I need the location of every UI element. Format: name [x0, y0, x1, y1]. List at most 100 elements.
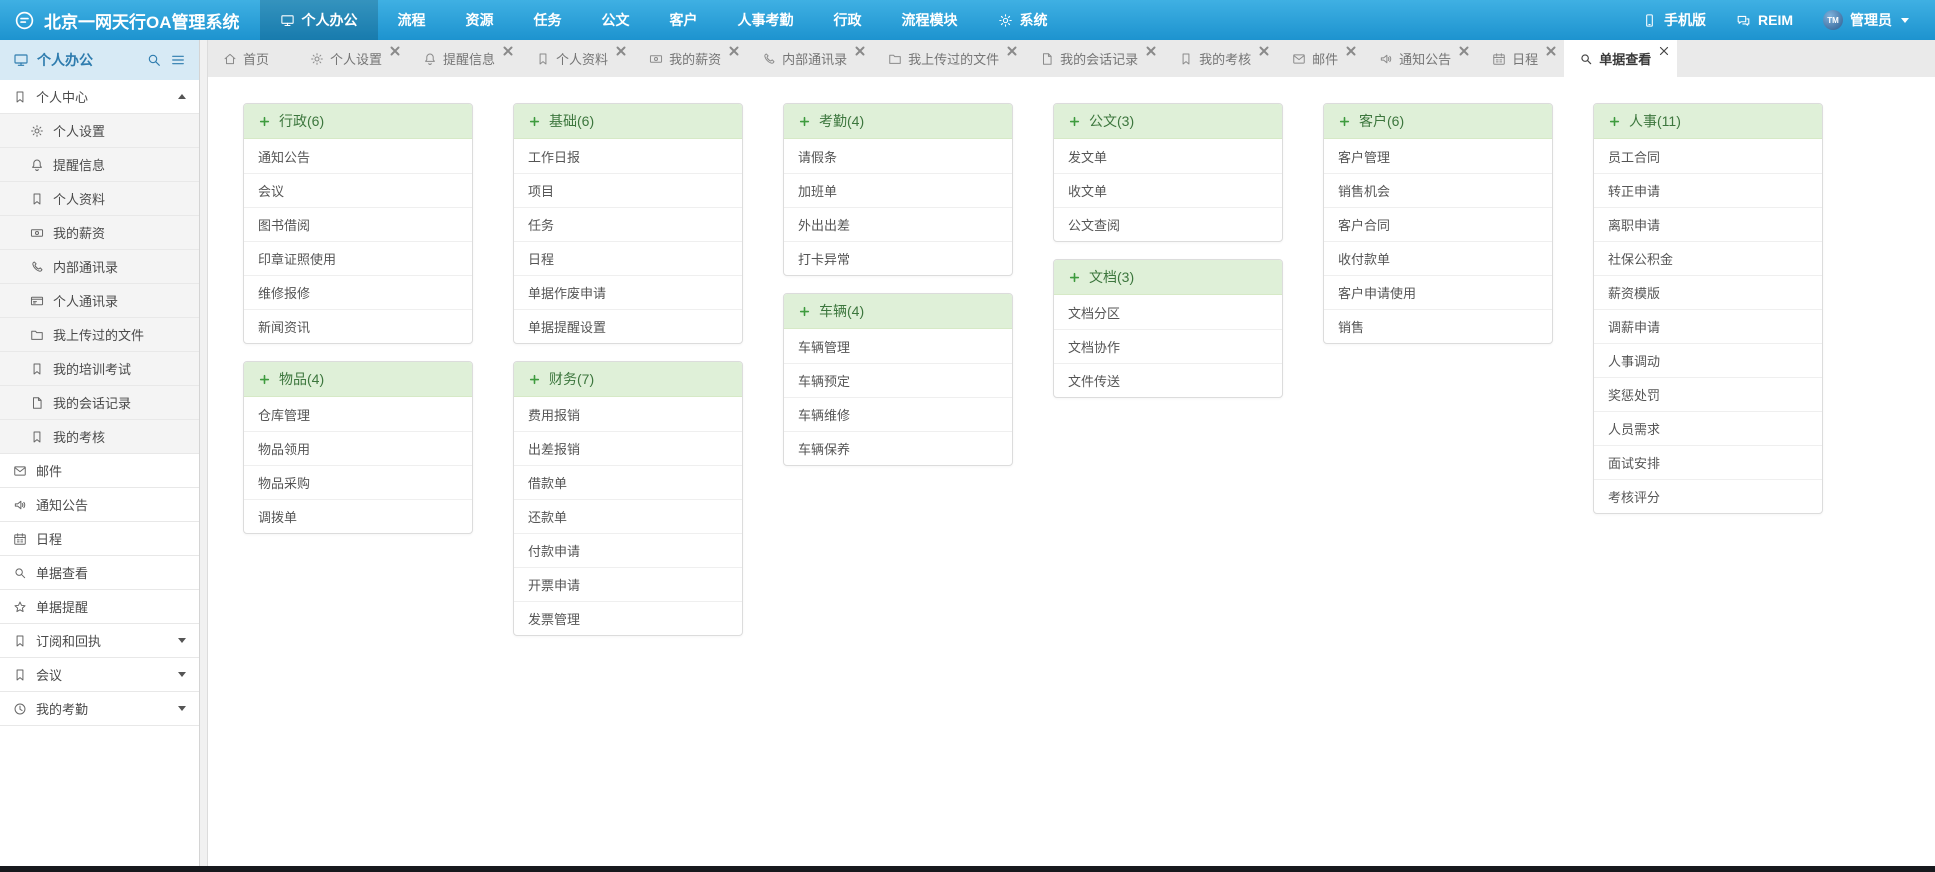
card-row[interactable]: 车辆维修 [784, 397, 1012, 431]
card-row[interactable]: 客户申请使用 [1324, 275, 1552, 309]
card-row[interactable]: 收付款单 [1324, 241, 1552, 275]
close-icon[interactable] [727, 44, 741, 58]
card-row[interactable]: 车辆预定 [784, 363, 1012, 397]
sidebar-item[interactable]: 单据提醒 [0, 590, 199, 624]
sidebar-item[interactable]: 日程 [0, 522, 199, 556]
card-row[interactable]: 收文单 [1054, 173, 1282, 207]
card-row[interactable]: 单据提醒设置 [514, 309, 742, 343]
sidebar-item[interactable]: 我的会话记录 [0, 386, 199, 420]
topnav-item[interactable]: 公文 [582, 0, 650, 40]
card-row[interactable]: 考核评分 [1594, 479, 1822, 513]
card-row[interactable]: 物品采购 [244, 465, 472, 499]
card-row[interactable]: 打卡异常 [784, 241, 1012, 275]
tab[interactable]: 提醒信息 [408, 40, 521, 77]
close-icon[interactable] [614, 44, 628, 58]
card-header[interactable]: 行政(6) [244, 104, 472, 139]
sidebar-item[interactable]: 个人通讯录 [0, 284, 199, 318]
sidebar-item[interactable]: 我上传过的文件 [0, 318, 199, 352]
tab[interactable]: 我的薪资 [634, 40, 747, 77]
card-row[interactable]: 任务 [514, 207, 742, 241]
tab[interactable]: 个人设置 [295, 40, 408, 77]
card-row[interactable]: 付款申请 [514, 533, 742, 567]
sidebar-item[interactable]: 我的考勤 [0, 692, 199, 726]
card-row[interactable]: 图书借阅 [244, 207, 472, 241]
card-row[interactable]: 会议 [244, 173, 472, 207]
card-header[interactable]: 人事(11) [1594, 104, 1822, 139]
sidebar-item[interactable]: 我的考核 [0, 420, 199, 454]
tab[interactable]: 通知公告 [1364, 40, 1477, 77]
card-row[interactable]: 工作日报 [514, 139, 742, 173]
card-row[interactable]: 通知公告 [244, 139, 472, 173]
topnav-item[interactable]: 行政 [814, 0, 882, 40]
card-row[interactable]: 费用报销 [514, 397, 742, 431]
card-row[interactable]: 新闻资讯 [244, 309, 472, 343]
tab[interactable]: 日程 [1477, 40, 1564, 77]
sidebar-item[interactable]: 订阅和回执 [0, 624, 199, 658]
card-row[interactable]: 日程 [514, 241, 742, 275]
card-row[interactable]: 调拨单 [244, 499, 472, 533]
sidebar-item[interactable]: 个人资料 [0, 182, 199, 216]
card-row[interactable]: 奖惩处罚 [1594, 377, 1822, 411]
close-icon[interactable] [853, 44, 867, 58]
card-header[interactable]: 考勤(4) [784, 104, 1012, 139]
card-row[interactable]: 维修报修 [244, 275, 472, 309]
card-row[interactable]: 车辆保养 [784, 431, 1012, 465]
sidebar-item[interactable]: 个人设置 [0, 114, 199, 148]
close-icon[interactable] [1005, 44, 1019, 58]
topnav-item[interactable]: 资源 [446, 0, 514, 40]
sidebar-splitter[interactable] [200, 40, 208, 866]
card-row[interactable]: 项目 [514, 173, 742, 207]
card-header[interactable]: 公文(3) [1054, 104, 1282, 139]
card-row[interactable]: 文档协作 [1054, 329, 1282, 363]
close-icon[interactable] [1144, 44, 1158, 58]
topnav-item[interactable]: 客户 [650, 0, 718, 40]
card-row[interactable]: 物品领用 [244, 431, 472, 465]
card-row[interactable]: 销售 [1324, 309, 1552, 343]
card-header[interactable]: 财务(7) [514, 362, 742, 397]
card-header[interactable]: 车辆(4) [784, 294, 1012, 329]
sidebar-item[interactable]: 通知公告 [0, 488, 199, 522]
tab[interactable]: 我的会话记录 [1025, 40, 1164, 77]
sidebar-item[interactable]: 邮件 [0, 454, 199, 488]
topnav-item[interactable]: 个人办公 [260, 0, 378, 40]
close-icon[interactable] [1257, 44, 1271, 58]
card-row[interactable]: 销售机会 [1324, 173, 1552, 207]
card-row[interactable]: 印章证照使用 [244, 241, 472, 275]
card-row[interactable]: 转正申请 [1594, 173, 1822, 207]
card-row[interactable]: 人事调动 [1594, 343, 1822, 377]
sidebar-item[interactable]: 个人中心 [0, 80, 199, 114]
tab[interactable]: 邮件 [1277, 40, 1364, 77]
card-row[interactable]: 还款单 [514, 499, 742, 533]
sidebar-item[interactable]: 提醒信息 [0, 148, 199, 182]
sidebar-item[interactable]: 单据查看 [0, 556, 199, 590]
card-row[interactable]: 加班单 [784, 173, 1012, 207]
topbar-right-item[interactable]: TM管理员 [1823, 10, 1909, 30]
card-row[interactable]: 文件传送 [1054, 363, 1282, 397]
card-row[interactable]: 单据作废申请 [514, 275, 742, 309]
card-row[interactable]: 借款单 [514, 465, 742, 499]
card-row[interactable]: 客户管理 [1324, 139, 1552, 173]
card-row[interactable]: 人员需求 [1594, 411, 1822, 445]
card-row[interactable]: 仓库管理 [244, 397, 472, 431]
card-row[interactable]: 外出出差 [784, 207, 1012, 241]
close-icon[interactable] [501, 44, 515, 58]
card-row[interactable]: 面试安排 [1594, 445, 1822, 479]
card-header[interactable]: 物品(4) [244, 362, 472, 397]
card-row[interactable]: 员工合同 [1594, 139, 1822, 173]
card-row[interactable]: 社保公积金 [1594, 241, 1822, 275]
tab[interactable]: 内部通讯录 [747, 40, 873, 77]
close-icon[interactable] [388, 44, 402, 58]
topnav-item[interactable]: 流程 [378, 0, 446, 40]
sidebar-item[interactable]: 会议 [0, 658, 199, 692]
menu-icon[interactable] [170, 52, 186, 68]
tab[interactable]: 我的考核 [1164, 40, 1277, 77]
card-header[interactable]: 基础(6) [514, 104, 742, 139]
card-row[interactable]: 客户合同 [1324, 207, 1552, 241]
topnav-item[interactable]: 人事考勤 [718, 0, 814, 40]
sidebar-item[interactable]: 内部通讯录 [0, 250, 199, 284]
close-icon[interactable] [1657, 44, 1671, 58]
topbar-right-item[interactable]: REIM [1736, 12, 1793, 28]
close-icon[interactable] [1457, 44, 1471, 58]
close-icon[interactable] [1544, 44, 1558, 58]
card-row[interactable]: 文档分区 [1054, 295, 1282, 329]
